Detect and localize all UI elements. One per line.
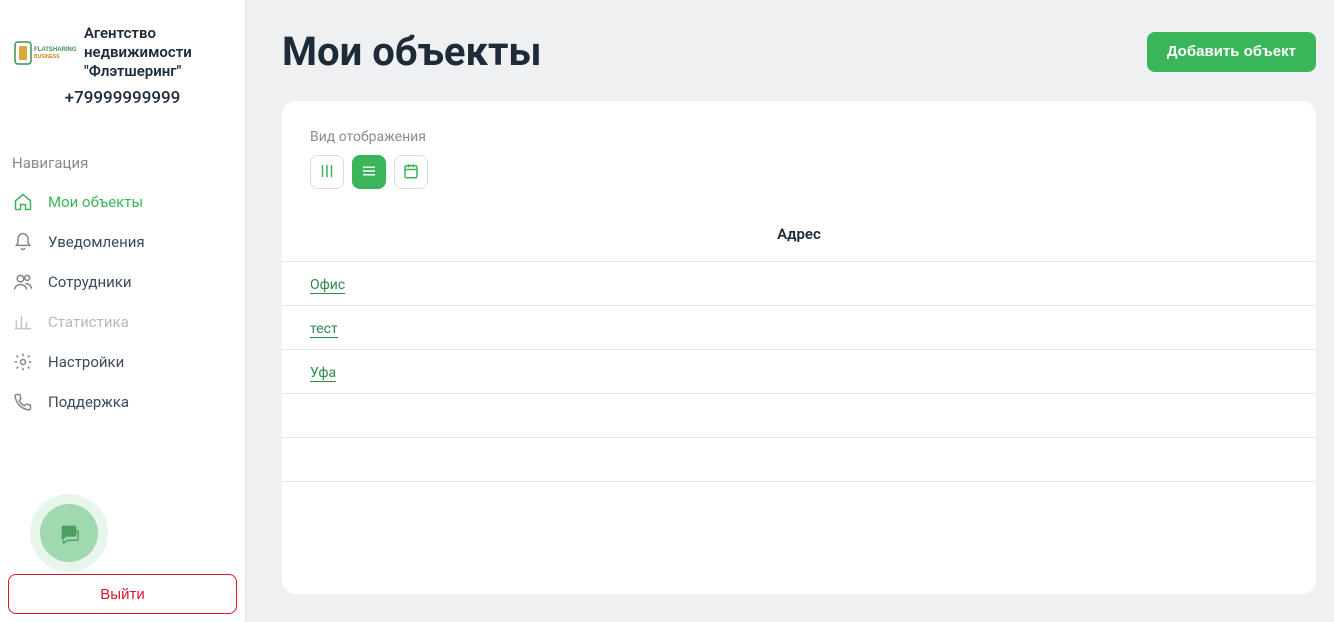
home-icon bbox=[12, 191, 34, 213]
table-row: тест bbox=[282, 306, 1316, 350]
table-row: Офис bbox=[282, 262, 1316, 306]
logo: FLATSHARING BUSINESS bbox=[14, 38, 76, 68]
phone: +79999999999 bbox=[10, 88, 235, 108]
nav-title: Навигация bbox=[0, 154, 245, 172]
nav-item-settings[interactable]: Настройки bbox=[0, 342, 245, 382]
users-icon bbox=[12, 271, 34, 293]
header: Мои объекты Добавить объект bbox=[282, 28, 1316, 75]
view-calendar-button[interactable] bbox=[394, 155, 428, 189]
list-icon bbox=[360, 162, 378, 183]
nav-label: Настройки bbox=[48, 353, 124, 371]
col-address: Адрес bbox=[310, 225, 1288, 243]
table-row bbox=[282, 394, 1316, 438]
object-link[interactable]: тест bbox=[310, 321, 338, 338]
table-row bbox=[282, 438, 1316, 482]
view-columns-button[interactable] bbox=[310, 155, 344, 189]
nav: Мои объекты Уведомления Сотрудники Стати… bbox=[0, 182, 245, 422]
add-object-button[interactable]: Добавить объект bbox=[1147, 32, 1316, 72]
agency-name: Агентство недвижимости "Флэтшеринг" bbox=[84, 24, 235, 80]
object-link[interactable]: Уфа bbox=[310, 365, 336, 382]
chart-icon bbox=[12, 311, 34, 333]
nav-label: Статистика bbox=[48, 313, 129, 331]
main: Мои объекты Добавить объект Вид отображе… bbox=[246, 0, 1334, 622]
nav-item-employees[interactable]: Сотрудники bbox=[0, 262, 245, 302]
bell-icon bbox=[12, 231, 34, 253]
page-title: Мои объекты bbox=[282, 28, 542, 75]
objects-table: Адрес Офис тест Уфа bbox=[282, 207, 1316, 482]
phone-icon bbox=[12, 391, 34, 413]
calendar-icon bbox=[402, 162, 420, 183]
nav-label: Сотрудники bbox=[48, 273, 132, 291]
profile: FLATSHARING BUSINESS Агентство недвижимо… bbox=[0, 0, 245, 118]
nav-label: Поддержка bbox=[48, 393, 129, 411]
svg-text:BUSINESS: BUSINESS bbox=[34, 54, 60, 60]
svg-text:FLATSHARING: FLATSHARING bbox=[34, 47, 76, 53]
panel: Вид отображения bbox=[282, 101, 1316, 594]
view-label: Вид отображения bbox=[282, 129, 1316, 145]
nav-item-notifications[interactable]: Уведомления bbox=[0, 222, 245, 262]
nav-item-my-objects[interactable]: Мои объекты bbox=[0, 182, 245, 222]
view-list-button[interactable] bbox=[352, 155, 386, 189]
logout-button[interactable]: Выйти bbox=[8, 574, 237, 614]
nav-label: Уведомления bbox=[48, 233, 145, 251]
nav-item-statistics: Статистика bbox=[0, 302, 245, 342]
table-row: Уфа bbox=[282, 350, 1316, 394]
gear-icon bbox=[12, 351, 34, 373]
view-toggle bbox=[282, 155, 1316, 207]
chat-widget[interactable] bbox=[40, 504, 98, 562]
nav-item-support[interactable]: Поддержка bbox=[0, 382, 245, 422]
table-header: Адрес bbox=[282, 207, 1316, 262]
sidebar: FLATSHARING BUSINESS Агентство недвижимо… bbox=[0, 0, 246, 622]
columns-icon bbox=[318, 162, 336, 183]
nav-label: Мои объекты bbox=[48, 193, 143, 211]
object-link[interactable]: Офис bbox=[310, 277, 345, 294]
